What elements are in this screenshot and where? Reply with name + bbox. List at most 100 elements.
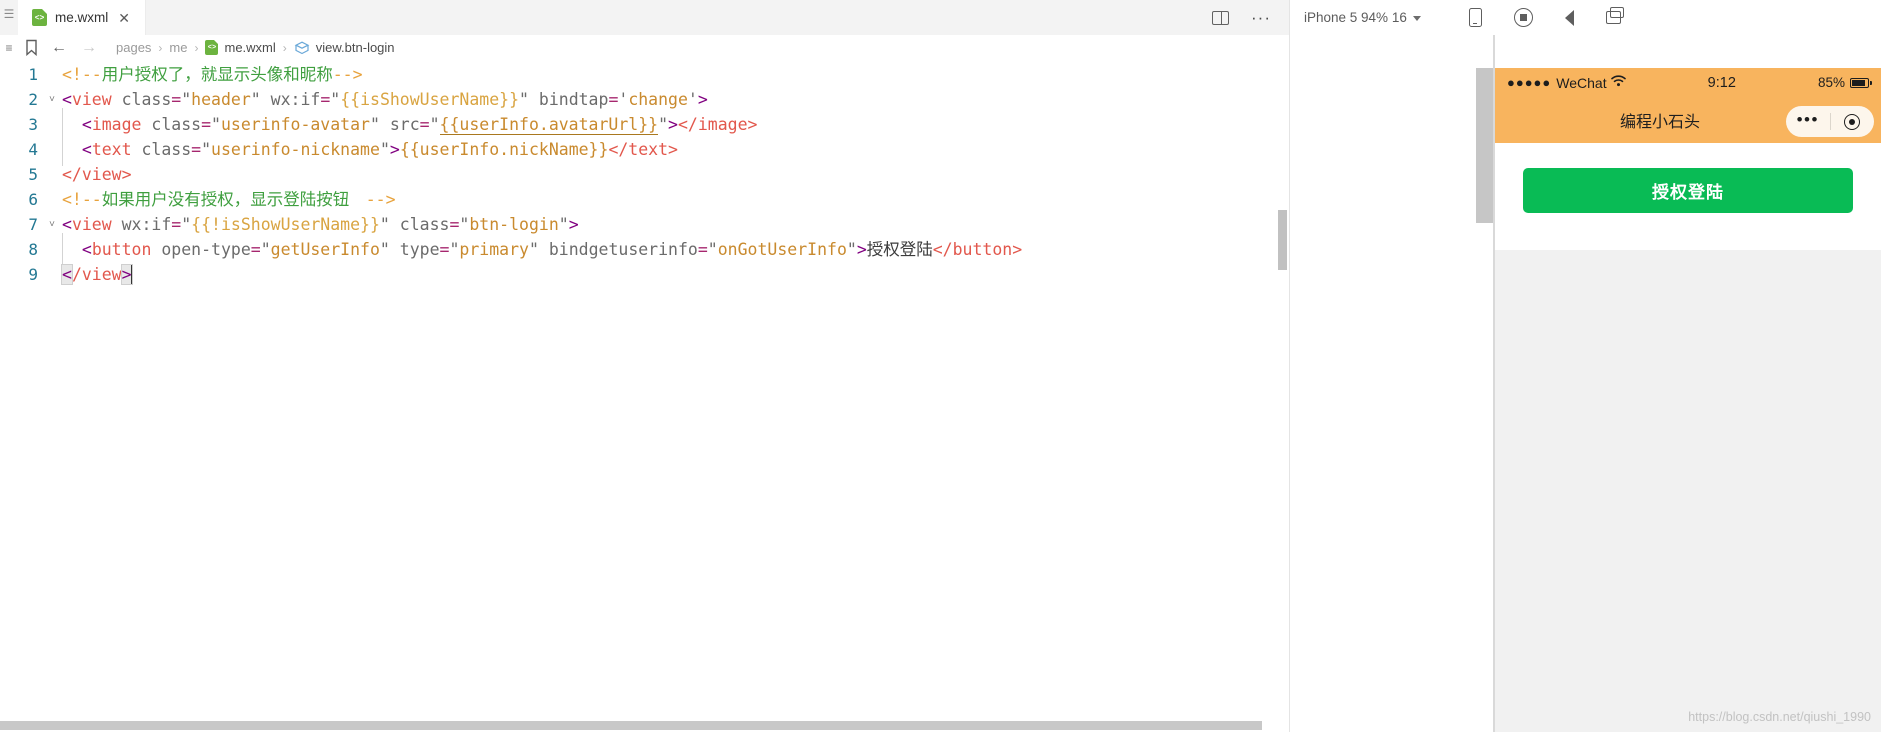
token-quote: ": [379, 215, 390, 234]
token-quote: ": [459, 215, 470, 234]
wxml-file-icon: <>: [32, 9, 47, 26]
wxml-file-icon-text: <>: [34, 13, 45, 23]
line-number: 2: [28, 90, 38, 109]
simulator-left-area: [1290, 68, 1495, 732]
code-line: 7 ˅ <view wx:if="{{!isShowUserName}}" cl…: [0, 212, 1289, 237]
more-actions-icon[interactable]: ···: [1251, 9, 1271, 26]
token-string: getUserInfo: [270, 240, 380, 259]
editor-horizontal-scrollbar[interactable]: [0, 720, 1276, 732]
indent-guide: [62, 108, 82, 141]
menu-icon[interactable]: ☰: [4, 8, 15, 20]
token-quote: ": [250, 90, 261, 109]
code-line-content: <text class="userinfo-nickname">{{userIn…: [60, 133, 678, 166]
editor-pane: ☰ <> me.wxml ✕ ··· ≡ ← → pages › me › <>…: [0, 0, 1290, 732]
device-selector[interactable]: iPhone 5 94% 16: [1304, 10, 1421, 25]
code-line-content: <image class="userinfo-avatar" src="{{us…: [60, 108, 757, 141]
token-quote: ": [379, 140, 390, 159]
detach-window-icon[interactable]: [1605, 7, 1624, 24]
line-number: 3: [28, 115, 38, 134]
token-string: header: [191, 90, 251, 109]
chevron-down-icon[interactable]: [1412, 16, 1421, 21]
line-number: 5: [28, 165, 38, 184]
capsule-target-button[interactable]: [1831, 113, 1875, 130]
split-editor-icon[interactable]: [1212, 10, 1230, 25]
phone-icon[interactable]: [1468, 8, 1482, 27]
code-line-content: <view class="header" wx:if="{{isShowUser…: [60, 87, 708, 112]
token-quote: ": [846, 240, 857, 259]
token-eq: =: [419, 115, 430, 134]
editor-vertical-scrollbar[interactable]: [1275, 60, 1289, 732]
record-icon[interactable]: [1513, 8, 1533, 27]
breadcrumb-item-pages[interactable]: pages: [116, 40, 151, 55]
simulator-pane: iPhone 5 94% 16 ●●●●● WeChat 9:12 85% 编程…: [1290, 0, 1881, 732]
line-number: 1: [28, 65, 38, 84]
token-quote: ": [658, 115, 669, 134]
tabbar-actions: ···: [1212, 0, 1289, 35]
token-link[interactable]: {{userInfo.avatarUrl}}: [439, 115, 659, 135]
code-line: 1 <!--用户授权了，就显示头像和昵称-->: [0, 62, 1289, 87]
code-line-content: <!--用户授权了，就显示头像和昵称-->: [60, 62, 363, 87]
token-gt: >: [389, 140, 400, 159]
miniprogram-page-body: 授权登陆: [1495, 143, 1881, 250]
breadcrumb-item-me-wxml[interactable]: me.wxml: [224, 40, 275, 55]
token-lt: <: [81, 140, 92, 159]
editor-tab-me-wxml[interactable]: <> me.wxml ✕: [18, 0, 146, 35]
authorize-login-button[interactable]: 授权登陆: [1523, 168, 1853, 213]
breadcrumb-separator: ›: [282, 40, 287, 55]
token-eq: =: [449, 215, 460, 234]
breadcrumb-item-view-btn-login[interactable]: view.btn-login: [316, 40, 395, 55]
code-line-content: <view wx:if="{{!isShowUserName}}" class=…: [60, 212, 579, 237]
token-close-tag: </text>: [608, 140, 678, 159]
list-icon[interactable]: ≡: [0, 41, 18, 55]
code-line: 3 <image class="userinfo-avatar" src="{{…: [0, 108, 1289, 141]
token-quote: ": [260, 240, 271, 259]
breadcrumb-item-me[interactable]: me: [169, 40, 187, 55]
battery-icon: [1850, 77, 1872, 88]
code-editor[interactable]: 1 <!--用户授权了，就显示头像和昵称--> 2 ˅ <view class=…: [0, 60, 1289, 732]
navigate-forward-icon[interactable]: →: [74, 39, 104, 56]
token-gt: >: [668, 115, 678, 134]
close-icon[interactable]: ✕: [116, 11, 132, 25]
token-quote: ": [201, 140, 212, 159]
fold-chevron-down-icon[interactable]: ˅: [44, 212, 60, 237]
line-number: 6: [28, 190, 38, 209]
editor-horizontal-scrollbar-thumb[interactable]: [0, 721, 1262, 730]
code-line: 2 ˅ <view class="header" wx:if="{{isShow…: [0, 87, 1289, 112]
token-close-tag: </view>: [62, 165, 132, 184]
code-line: 8 <button open-type="getUserInfo" type="…: [0, 233, 1289, 266]
code-line: 6 <!--如果用户没有授权，显示登陆按钮 -->: [0, 187, 1289, 212]
token-lt: <: [62, 215, 72, 234]
token-quote: ": [330, 90, 341, 109]
wechat-capsule-menu[interactable]: •••: [1786, 106, 1874, 137]
token-mustache: {{isShowUserName}}: [340, 90, 520, 109]
bookmark-icon[interactable]: [18, 39, 44, 56]
token-gt: >: [856, 240, 867, 259]
simulator-top-strip: [1290, 35, 1881, 68]
fold-chevron-down-icon[interactable]: ˅: [44, 87, 60, 112]
navigate-back-icon[interactable]: ←: [44, 39, 74, 56]
code-line-content: <!--如果用户没有授权，显示登陆按钮 -->: [60, 187, 396, 212]
token-tag: view: [71, 90, 112, 109]
status-bar-left: ●●●●● WeChat: [1507, 75, 1626, 91]
line-number: 8: [28, 240, 38, 259]
token-quote: ": [181, 90, 192, 109]
token-eq: =: [171, 90, 182, 109]
token-tag: button: [91, 240, 152, 259]
token-quote: ": [558, 215, 569, 234]
token-quote: ': [618, 90, 629, 109]
token-quote: ": [181, 215, 192, 234]
token-attr: src: [389, 115, 420, 134]
token-attr: open-type: [161, 240, 251, 259]
capsule-more-icon[interactable]: •••: [1786, 111, 1830, 128]
tab-label: me.wxml: [55, 10, 109, 25]
sound-icon[interactable]: [1564, 9, 1574, 26]
editor-vertical-scrollbar-thumb[interactable]: [1278, 210, 1287, 270]
token-eq: =: [697, 240, 708, 259]
simulator-scroll-sliver[interactable]: [1476, 68, 1493, 223]
token-eq: =: [608, 90, 619, 109]
token-attr: type: [399, 240, 440, 259]
signal-dots-icon: ●●●●●: [1507, 75, 1552, 90]
